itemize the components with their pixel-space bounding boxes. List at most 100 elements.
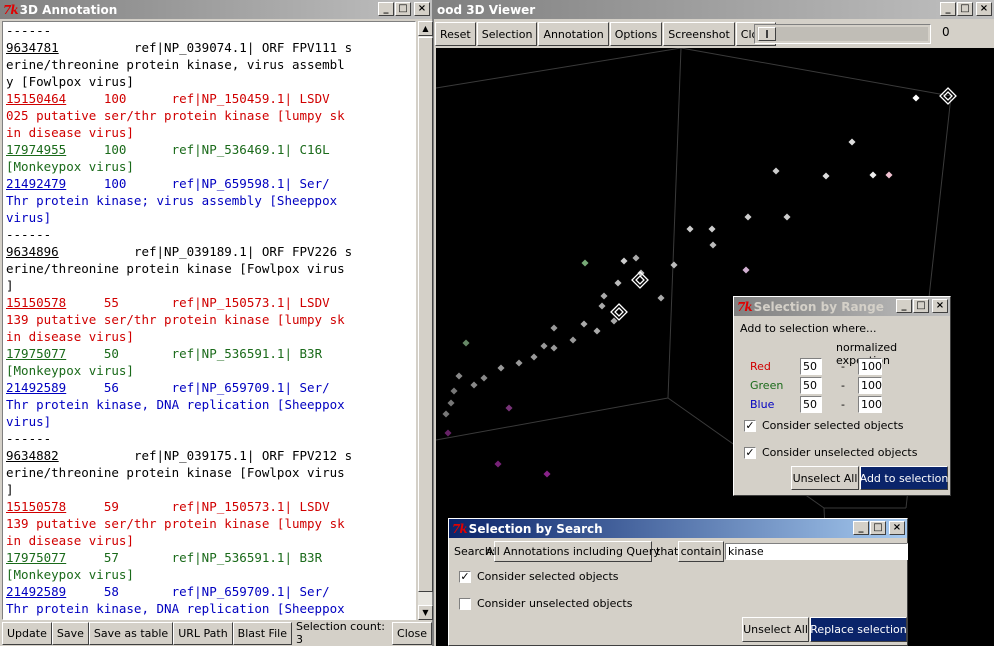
annotation-menu-button[interactable]: Annotation xyxy=(538,22,609,46)
search-scope-button[interactable]: All Annotations including Query xyxy=(486,541,660,562)
annotation-id-link[interactable]: 15150578 xyxy=(6,499,66,514)
annotation-id-link[interactable]: 9634781 xyxy=(6,40,59,55)
blue-min-input[interactable]: 50 xyxy=(800,396,822,413)
data-point[interactable] xyxy=(708,225,716,233)
options-menu-button[interactable]: Options xyxy=(609,22,663,46)
screenshot-button[interactable]: Screenshot xyxy=(663,22,735,46)
annotation-id-link[interactable]: 21492479 xyxy=(6,176,66,191)
scroll-up-arrow-icon[interactable]: ▲ xyxy=(418,21,433,36)
search-query-input[interactable]: kinase xyxy=(725,543,908,560)
annotation-line[interactable]: 15150578 55 ref|NP_150573.1| LSDV xyxy=(6,294,415,311)
annotation-line[interactable]: 21492589 56 ref|NP_659709.1| Ser/ xyxy=(6,379,415,396)
data-point[interactable] xyxy=(598,302,606,310)
range-consider-selected-checkbox[interactable]: ✓ Consider selected objects xyxy=(744,419,904,432)
save-button[interactable]: Save xyxy=(51,621,89,645)
add-to-selection-button[interactable]: Add to selection xyxy=(860,466,948,490)
viewer-minimize-button[interactable]: _ xyxy=(940,2,956,16)
data-point[interactable] xyxy=(885,171,893,179)
data-point[interactable] xyxy=(600,292,608,300)
annotation-id-link[interactable]: 21492589 xyxy=(6,584,66,599)
annotation-id-link[interactable]: 17975077 xyxy=(6,346,66,361)
data-point[interactable] xyxy=(444,429,452,437)
data-point[interactable] xyxy=(450,387,458,395)
annotation-line[interactable]: 17975077 57 ref|NP_536591.1| B3R xyxy=(6,549,415,566)
viewer-close-window-button[interactable]: × xyxy=(976,2,992,16)
range-maximize-button[interactable]: □ xyxy=(913,299,929,313)
data-point[interactable] xyxy=(686,225,694,233)
range-titlebar[interactable]: 7k Selection by Range _ □ × xyxy=(734,297,950,316)
data-point[interactable] xyxy=(742,266,750,274)
annotation-line[interactable]: 17975077 50 ref|NP_536591.1| B3R xyxy=(6,345,415,362)
data-point[interactable] xyxy=(497,364,505,372)
annotation-id-link[interactable]: 21492589 xyxy=(6,380,66,395)
close-button[interactable]: × xyxy=(414,2,430,16)
range-unselect-all-button[interactable]: Unselect All xyxy=(791,466,859,490)
data-point[interactable] xyxy=(515,359,523,367)
threshold-slider[interactable] xyxy=(754,24,931,44)
data-point[interactable] xyxy=(848,138,856,146)
data-point[interactable] xyxy=(670,261,678,269)
maximize-button[interactable]: □ xyxy=(395,2,411,16)
annotation-id-link[interactable]: 15150464 xyxy=(6,91,66,106)
viewer-maximize-button[interactable]: □ xyxy=(957,2,973,16)
range-close-button[interactable]: × xyxy=(932,299,948,313)
data-point[interactable] xyxy=(610,317,618,325)
unchecked-box-icon[interactable] xyxy=(459,597,471,610)
annotation-line[interactable]: 17974955 100 ref|NP_536469.1| C16L xyxy=(6,141,415,158)
update-button[interactable]: Update xyxy=(2,621,52,645)
data-point[interactable] xyxy=(480,374,488,382)
selected-points[interactable] xyxy=(610,87,957,321)
selection-menu-button[interactable]: Selection xyxy=(476,22,538,46)
annotation-line[interactable]: 15150578 59 ref|NP_150573.1| LSDV xyxy=(6,498,415,515)
range-consider-unselected-checkbox[interactable]: ✓ Consider unselected objects xyxy=(744,446,917,459)
annotation-text-area[interactable]: ------ 9634781 ref|NP_039074.1| ORF FPV11… xyxy=(2,21,416,620)
data-point[interactable] xyxy=(550,344,558,352)
data-point[interactable] xyxy=(550,324,558,332)
data-point[interactable] xyxy=(657,294,665,302)
data-point[interactable] xyxy=(772,167,780,175)
url-path-button[interactable]: URL Path xyxy=(173,621,233,645)
annotation-line[interactable]: 15150464 100 ref|NP_150459.1| LSDV xyxy=(6,90,415,107)
search-consider-unselected-checkbox[interactable]: Consider unselected objects xyxy=(459,597,632,610)
blast-file-button[interactable]: Blast File xyxy=(232,621,292,645)
data-point[interactable] xyxy=(530,353,538,361)
annotation-id-link[interactable]: 17975077 xyxy=(6,550,66,565)
data-point[interactable] xyxy=(912,94,920,102)
data-point[interactable] xyxy=(470,381,478,389)
scroll-down-arrow-icon[interactable]: ▼ xyxy=(418,605,433,620)
search-maximize-button[interactable]: □ xyxy=(870,521,886,535)
annotation-id-link[interactable]: 17974955 xyxy=(6,142,66,157)
data-point[interactable] xyxy=(822,172,830,180)
annotation-titlebar[interactable]: 7k 3D Annotation _ □ × xyxy=(0,0,432,19)
data-point[interactable] xyxy=(580,320,588,328)
viewer-titlebar[interactable]: ood 3D Viewer _ □ × xyxy=(434,0,994,19)
replace-selection-button[interactable]: Replace selection xyxy=(810,617,907,642)
green-min-input[interactable]: 50 xyxy=(800,377,822,394)
data-point[interactable] xyxy=(614,279,622,287)
annotation-line[interactable]: 9634882 ref|NP_039175.1| ORF FPV212 s xyxy=(6,447,415,464)
search-unselect-all-button[interactable]: Unselect All xyxy=(742,617,809,642)
data-point[interactable] xyxy=(783,213,791,221)
annotation-close-button[interactable]: Close xyxy=(392,621,432,645)
slider-handle[interactable] xyxy=(758,27,776,41)
data-point[interactable] xyxy=(620,257,628,265)
data-point[interactable] xyxy=(744,213,752,221)
red-min-input[interactable]: 50 xyxy=(800,358,822,375)
green-max-input[interactable]: 100 xyxy=(858,377,882,394)
red-max-input[interactable]: 100 xyxy=(858,358,882,375)
data-point[interactable] xyxy=(569,336,577,344)
data-point[interactable] xyxy=(505,404,513,412)
checkmark-icon[interactable]: ✓ xyxy=(744,419,756,432)
data-point[interactable] xyxy=(593,327,601,335)
scrollbar-thumb[interactable] xyxy=(418,37,433,592)
data-point[interactable] xyxy=(869,171,877,179)
annotation-scrollbar[interactable]: ▲ ▼ xyxy=(417,21,433,620)
search-mode-button[interactable]: contain xyxy=(678,541,724,562)
annotation-id-link[interactable]: 9634882 xyxy=(6,448,59,463)
checkmark-icon[interactable]: ✓ xyxy=(459,570,471,583)
data-point[interactable] xyxy=(442,410,450,418)
data-point[interactable] xyxy=(632,254,640,262)
data-point[interactable] xyxy=(455,372,463,380)
data-point[interactable] xyxy=(543,470,551,478)
data-point[interactable] xyxy=(581,259,589,267)
